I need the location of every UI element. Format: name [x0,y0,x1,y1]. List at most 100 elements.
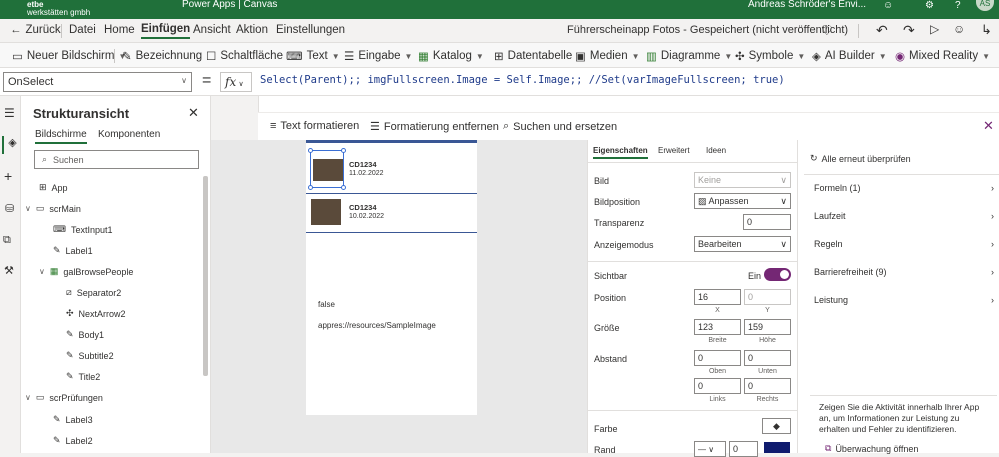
data-table-button[interactable]: ⊞ Datentabelle [494,49,572,63]
text-icon: ⌨ [286,51,303,63]
format-text-button[interactable]: ≡ Text formatieren [270,120,359,132]
padding-bottom-input[interactable]: 0 [744,350,791,366]
text-button[interactable]: ⌨ Text ▼ [286,49,340,63]
fx-button[interactable]: fx ∨ [220,72,252,92]
media-button[interactable]: ▣ Medien ▼ [575,49,640,63]
app-checker-icon[interactable]: ♡ [821,23,833,39]
tab-components[interactable]: Komponenten [98,129,160,140]
help-icon[interactable]: ? [955,0,961,11]
visible-toggle[interactable] [764,268,791,281]
checker-row-accessibility[interactable]: Barrierefreiheit (9) › [814,267,994,277]
redo-icon[interactable]: ↷ [903,22,915,39]
menu-einstellungen[interactable]: Einstellungen [276,24,345,36]
checker-row-performance[interactable]: Leistung › [814,295,994,305]
image-position-select[interactable]: ▨ Anpassen ∨ [694,193,791,209]
menu-aktion[interactable]: Aktion [236,24,268,36]
gallery-button[interactable]: ▦ Katalog ▼ [418,49,484,63]
charts-button[interactable]: ▥ Diagramme ▼ [646,49,732,63]
play-icon[interactable]: ▷ [930,22,939,36]
button-button[interactable]: ☐ Schaltfläche [206,49,283,63]
remove-formatting-button[interactable]: ☰ Formatierung entfernen [370,120,499,134]
gallery-item[interactable]: CD1234 10.02.2022 [306,195,477,233]
tree-node-scrpruefungen[interactable]: ∨ ▭ scrPrüfungen [25,392,103,403]
tree-scrollbar[interactable] [203,176,208,376]
data-icon[interactable]: ⛁ [5,202,14,215]
tree-node-separator2[interactable]: ⧄ Separator2 [66,287,121,298]
tree-view-icon[interactable]: ◈ [2,136,21,154]
close-formula-icon[interactable]: ✕ [983,118,994,134]
fill-color-button[interactable]: ◆ [762,418,791,434]
input-button[interactable]: ☰ Eingabe ▼ [344,49,412,63]
resize-handle[interactable] [308,185,313,190]
tab-advanced[interactable]: Erweitert [658,146,690,155]
search-input[interactable]: ⌕ Suchen [34,150,199,169]
undo-icon[interactable]: ↶ [876,22,888,39]
tools-icon[interactable]: ⚒ [4,264,14,277]
tab-properties[interactable]: Eigenschaften [593,146,648,159]
tree-node-label3[interactable]: ✎ Label3 [53,414,93,425]
new-screen-button[interactable]: ▭ Neuer Bildschirm ▼ [12,49,126,63]
width-input[interactable]: 123 [694,319,741,335]
position-y-input[interactable]: 0 [744,289,791,305]
environment-icon[interactable]: ☺ [883,0,893,11]
open-monitor-link[interactable]: ⧉ Überwachung öffnen [825,443,918,454]
icons-button[interactable]: ✣ Symbole ▼ [735,49,805,63]
tree-node-subtitle2[interactable]: ✎ Subtitle2 [66,350,114,361]
padding-right-input[interactable]: 0 [744,378,791,394]
tab-ideas[interactable]: Ideen [706,146,726,155]
border-width-input[interactable]: 0 [729,441,758,457]
mixed-reality-icon: ◉ [895,51,906,63]
property-select[interactable]: OnSelect ∨ [3,72,192,92]
share-icon[interactable]: ☺ [953,22,965,36]
padding-left-input[interactable]: 0 [694,378,741,394]
insert-icon[interactable]: + [4,168,12,184]
resize-handle[interactable] [308,148,313,153]
tree-node-label2[interactable]: ✎ Label2 [53,435,93,446]
mixed-reality-button[interactable]: ◉ Mixed Reality ▼ [895,49,990,63]
checker-row-formulas[interactable]: Formeln (1) › [814,183,994,193]
avatar[interactable]: AS [976,0,994,11]
menu-home[interactable]: Home [104,24,135,36]
resize-handle[interactable] [341,185,346,190]
image-select[interactable]: Keine ∨ [694,172,791,188]
menu-ansicht[interactable]: Ansicht [193,24,231,36]
back-button[interactable]: ← Zurück [10,24,61,36]
display-mode-select[interactable]: Bearbeiten ∨ [694,236,791,252]
border-color-swatch[interactable] [764,442,790,453]
label-button[interactable]: ✎ Bezeichnung [122,49,202,63]
find-replace-button[interactable]: ⌕ Suchen und ersetzen [503,120,617,133]
tree-node-body1[interactable]: ✎ Body1 [66,329,104,340]
tree-node-textinput1[interactable]: ⌨ TextInput1 [53,224,113,235]
tree-node-label1[interactable]: ✎ Label1 [53,245,93,256]
position-x-input[interactable]: 16 [694,289,741,305]
text-input-icon: ⌨ [53,224,66,234]
checker-row-runtime[interactable]: Laufzeit › [814,211,994,221]
resize-handle[interactable] [341,148,346,153]
formula-editor[interactable]: Select(Parent);; imgFullscreen.Image = S… [260,74,785,86]
padding-top-input[interactable]: 0 [694,350,741,366]
gallery-item[interactable]: CD1234 11.02.2022 [306,146,477,194]
menu-einfuegen[interactable]: Einfügen [141,23,191,39]
left-rail: ☰ ◈ + ⛁ ⧉ ⚒ [0,96,21,453]
tab-screens[interactable]: Bildschirme [35,129,87,144]
border-style-select[interactable]: — ∨ [694,441,726,457]
tree-node-scrmain[interactable]: ∨ ▭ scrMain [25,203,81,214]
settings-icon[interactable]: ⚙ [925,0,934,11]
hamburger-icon[interactable]: ☰ [4,106,15,120]
menu-datei[interactable]: Datei [69,24,96,36]
selected-image-control[interactable] [308,148,346,190]
close-icon[interactable]: ✕ [188,105,199,121]
media-icon[interactable]: ⧉ [3,234,11,247]
height-input[interactable]: 159 [744,319,791,335]
checker-row-rules[interactable]: Regeln › [814,239,994,249]
tree-node-title2[interactable]: ✎ Title2 [66,371,100,382]
transparency-input[interactable]: 0 [743,214,791,230]
tree-node-galbrowsepeople[interactable]: ∨ ▦ galBrowsePeople [39,266,133,277]
ai-builder-button[interactable]: ◈ AI Builder ▼ [812,49,887,63]
environment-name[interactable]: Andreas Schröder's Envi... [748,0,866,10]
tree-node-nextarrow2[interactable]: ✣ NextArrow2 [66,308,126,319]
tree-node-app[interactable]: ⊞ App [39,182,68,193]
save-icon[interactable]: ↳ [981,22,992,38]
right-caption: Rechts [756,396,779,403]
recheck-all-button[interactable]: ↻ Alle erneut überprüfen [810,153,911,164]
